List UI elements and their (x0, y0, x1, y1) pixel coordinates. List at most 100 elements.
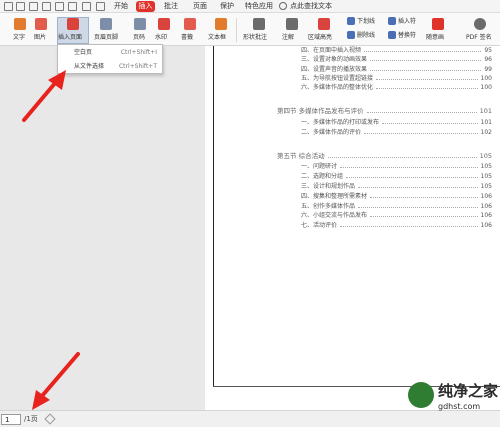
tab-protect[interactable]: 保护 (219, 1, 235, 12)
toc-row: 七、活动评价 106 (205, 221, 500, 230)
insert-symbol-button[interactable]: 插入符 (398, 18, 416, 26)
toc-leader (340, 226, 478, 227)
freehand-button[interactable]: 随意画 (426, 34, 444, 42)
toc-text: 三、设计和规划作品 (301, 183, 356, 190)
page-number-icon[interactable] (134, 18, 146, 30)
shape-comment-icon[interactable] (253, 18, 265, 30)
ribbon-separator (236, 18, 237, 42)
strikethrough-icon[interactable] (347, 31, 355, 39)
picture-button[interactable]: 图片 (34, 34, 46, 42)
toc-page-number: 105 (479, 152, 492, 160)
toc-row: 二、多媒体作品的评价 102 (205, 128, 500, 137)
shape-comment-button[interactable]: 形状批注 (243, 34, 267, 42)
toc-row: 二、选题和分组 105 (205, 172, 500, 181)
toc-row: 五、创作多媒体作品 106 (205, 202, 500, 211)
freehand-icon[interactable] (432, 18, 444, 30)
toc-page-number: 100 (480, 75, 492, 82)
textbox-icon[interactable] (215, 18, 227, 30)
file-icon[interactable] (4, 2, 13, 11)
replace-symbol-icon[interactable] (388, 31, 396, 39)
toc-leader (340, 167, 478, 168)
toc-text: 五、创作多媒体作品 (301, 203, 356, 210)
toc-leader (367, 112, 477, 113)
toc-row: 三、设计和规划作品 105 (205, 182, 500, 191)
share-icon[interactable] (68, 2, 77, 11)
from-file-item[interactable]: 从文件选择 Ctrl+Shift+T (58, 60, 162, 73)
annotation-button[interactable]: 注解 (282, 34, 294, 42)
watermark-button[interactable]: 水印 (155, 34, 167, 42)
annotation-icon[interactable] (286, 18, 298, 30)
pdf-sign-icon[interactable] (474, 18, 486, 30)
toc-leader (370, 60, 481, 61)
header-footer-icon[interactable] (100, 18, 112, 30)
toc-page-number: 106 (480, 212, 492, 219)
insert-page-button[interactable]: 插入页面 (58, 34, 82, 42)
toc-text: 三、设置对象的动画效果 (301, 56, 368, 63)
dropdown-icon[interactable] (96, 2, 105, 11)
replace-symbol-button[interactable]: 替换符 (398, 32, 416, 40)
page-number-button[interactable]: 页码 (133, 34, 145, 42)
toc-row: 三、设置对象的动画效果 96 (205, 55, 500, 64)
text-button[interactable]: 文字 (13, 34, 25, 42)
ribbon-toolbar: 文字 图片 插入页面 页眉页脚 页码 水印 書籤 文本框 形状批注 注解 区域高… (0, 13, 500, 46)
more-icon[interactable] (82, 2, 91, 11)
watermark-logo-icon (408, 382, 434, 408)
page-number-input[interactable] (1, 414, 21, 425)
toc-row: 四、设置声音的播放效果 99 (205, 65, 500, 74)
pdf-sign-button[interactable]: PDF 签名 (466, 34, 492, 42)
from-file-shortcut: Ctrl+Shift+T (118, 63, 157, 70)
save-icon[interactable] (16, 2, 25, 11)
insert-symbol-icon[interactable] (388, 17, 396, 25)
area-highlight-icon[interactable] (318, 18, 330, 30)
insert-page-dropdown: 空白页 Ctrl+Shift+I 从文件选择 Ctrl+Shift+T (57, 44, 163, 74)
toc-row: 四、搜集和整理所需素材 106 (205, 192, 500, 201)
toc-row: 六、多媒体作品的整体优化 100 (205, 83, 500, 92)
red-arrow-top (22, 70, 66, 122)
toc-text: 六、多媒体作品的整体优化 (301, 84, 374, 91)
tab-features[interactable]: 特色应用 (244, 1, 274, 12)
toc-row: 一、多媒体作品的打印或发布 101 (205, 118, 500, 127)
tab-insert[interactable]: 插入 (136, 1, 155, 12)
bookmark-icon[interactable] (184, 18, 196, 30)
textbox-button[interactable]: 文本框 (208, 34, 226, 42)
toc-page-number: 95 (484, 47, 492, 54)
toc-text: 第五节 综合活动 (277, 152, 325, 160)
toc-row: 五、为导航按钮设置超链接 100 (205, 74, 500, 83)
tab-page[interactable]: 页面 (192, 1, 208, 12)
toc-leader (364, 133, 478, 134)
next-page-icon[interactable] (44, 413, 56, 425)
toc-page-number: 105 (480, 163, 492, 170)
underline-button[interactable]: 下划线 (357, 18, 375, 26)
header-footer-button[interactable]: 页眉页脚 (94, 34, 118, 42)
area-highlight-button[interactable]: 区域高亮 (308, 34, 332, 42)
arrow-head (32, 390, 50, 410)
menu-tab-bar: 开始 插入 批注 页面 保护 特色应用 点此查找文本 (0, 0, 500, 13)
toc-leader (370, 70, 481, 71)
bookmark-button[interactable]: 書籤 (181, 34, 193, 42)
toc-leader (376, 79, 478, 80)
strikethrough-button[interactable]: 删除线 (357, 32, 375, 40)
tab-comment[interactable]: 批注 (163, 1, 179, 12)
picture-icon[interactable] (35, 18, 47, 30)
undo-icon[interactable] (29, 2, 38, 11)
blank-page-item[interactable]: 空白页 Ctrl+Shift+I (58, 46, 162, 59)
underline-icon[interactable] (347, 17, 355, 25)
search-find-text[interactable]: 点此查找文本 (290, 1, 334, 12)
document-page: 四、在页面中插入视频 95 三、设置对象的动画效果 96 四、设置声音的播放效果 99 五、… (205, 46, 500, 410)
watermark-icon[interactable] (158, 18, 170, 30)
redo-icon[interactable] (55, 2, 64, 11)
tab-home[interactable]: 开始 (113, 1, 129, 12)
toc-text: 七、活动评价 (301, 222, 338, 229)
print-icon[interactable] (42, 2, 51, 11)
toc-leader (370, 216, 478, 217)
insert-page-icon[interactable] (67, 18, 79, 30)
from-file-label: 从文件选择 (74, 63, 105, 70)
toc-page-number: 106 (480, 222, 492, 229)
toc-text: 二、选题和分组 (301, 173, 344, 180)
arrow-shaft (40, 352, 80, 398)
toc-page-number: 105 (480, 183, 492, 190)
search-icon[interactable] (279, 2, 287, 10)
toc-page-number: 99 (484, 66, 492, 73)
toc-text: 六、小组交流与作品发布 (301, 212, 368, 219)
text-icon[interactable] (14, 18, 26, 30)
